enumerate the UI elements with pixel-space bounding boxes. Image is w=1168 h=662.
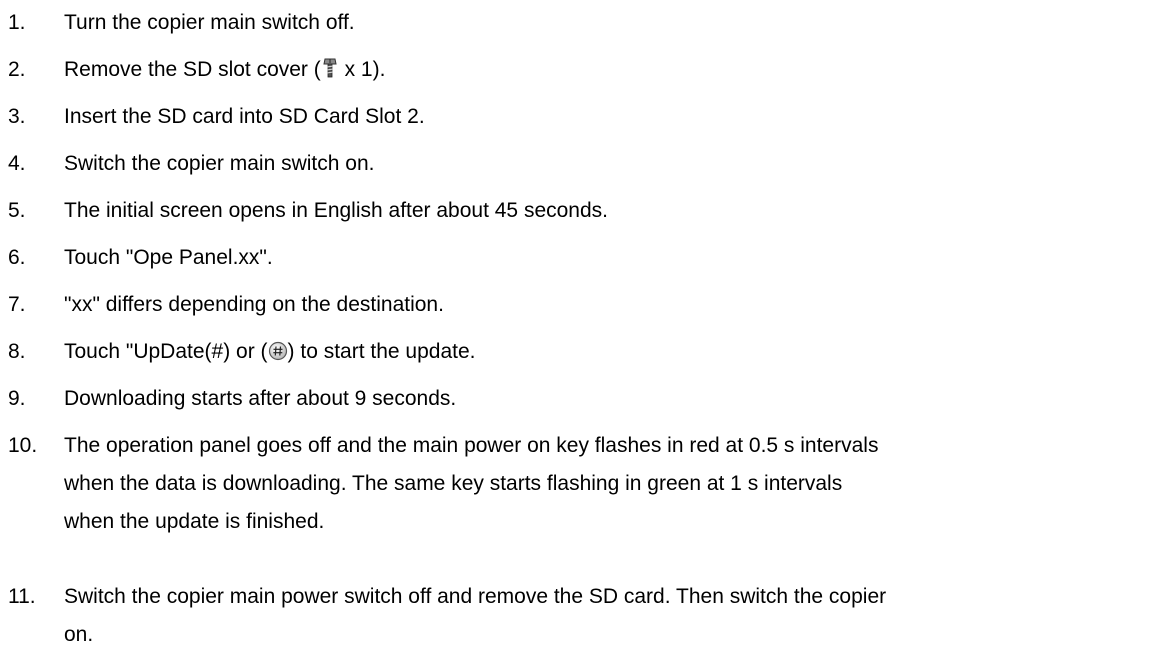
step-number: 1.	[8, 11, 26, 34]
step-number: 8.	[8, 340, 26, 363]
step-text-line: The operation panel goes off and the mai…	[64, 434, 879, 457]
step-text: Turn the copier main switch off.	[64, 11, 355, 34]
step-number: 9.	[8, 387, 26, 410]
step-number: 3.	[8, 105, 26, 128]
step-text-after: x 1).	[338, 58, 386, 81]
step-text: Touch "Ope Panel.xx".	[64, 246, 273, 269]
step-text: "xx" differs depending on the destinatio…	[64, 293, 444, 316]
step-number: 7.	[8, 293, 26, 316]
step-text-before: Remove the SD slot cover (	[64, 58, 321, 81]
step-text-after: ) to start the update.	[287, 340, 476, 363]
hash-key-icon	[268, 341, 288, 361]
step-text: Touch "UpDate(#) or ( ) to start the upd…	[64, 333, 475, 371]
step-number: 4.	[8, 152, 26, 175]
screw-icon	[321, 57, 339, 79]
step-text: The initial screen opens in English afte…	[64, 199, 609, 222]
step-text-line: on.	[64, 623, 94, 646]
step-number: 10.	[8, 434, 38, 457]
step-text: Switch the copier main power switch off …	[64, 578, 886, 654]
procedure-steps: 1. Turn the copier main switch off. 2. R…	[0, 0, 1168, 662]
step-number: 11.	[8, 585, 36, 608]
step-text-line: when the update is finished.	[64, 510, 325, 533]
step-text: Downloading starts after about 9 seconds…	[64, 387, 457, 410]
step-text: Switch the copier main switch on.	[64, 152, 375, 175]
step-text: Insert the SD card into SD Card Slot 2.	[64, 105, 425, 128]
step-text: The operation panel goes off and the mai…	[64, 427, 878, 541]
step-text-line: Switch the copier main power switch off …	[64, 585, 887, 608]
step-text: Remove the SD slot cover ( x 1).	[64, 51, 385, 89]
step-number: 5.	[8, 199, 26, 222]
step-text-before: Touch "UpDate(#) or (	[64, 340, 268, 363]
step-text-line: when the data is downloading. The same k…	[64, 472, 843, 495]
step-number: 6.	[8, 246, 26, 269]
step-number: 2.	[8, 58, 26, 81]
